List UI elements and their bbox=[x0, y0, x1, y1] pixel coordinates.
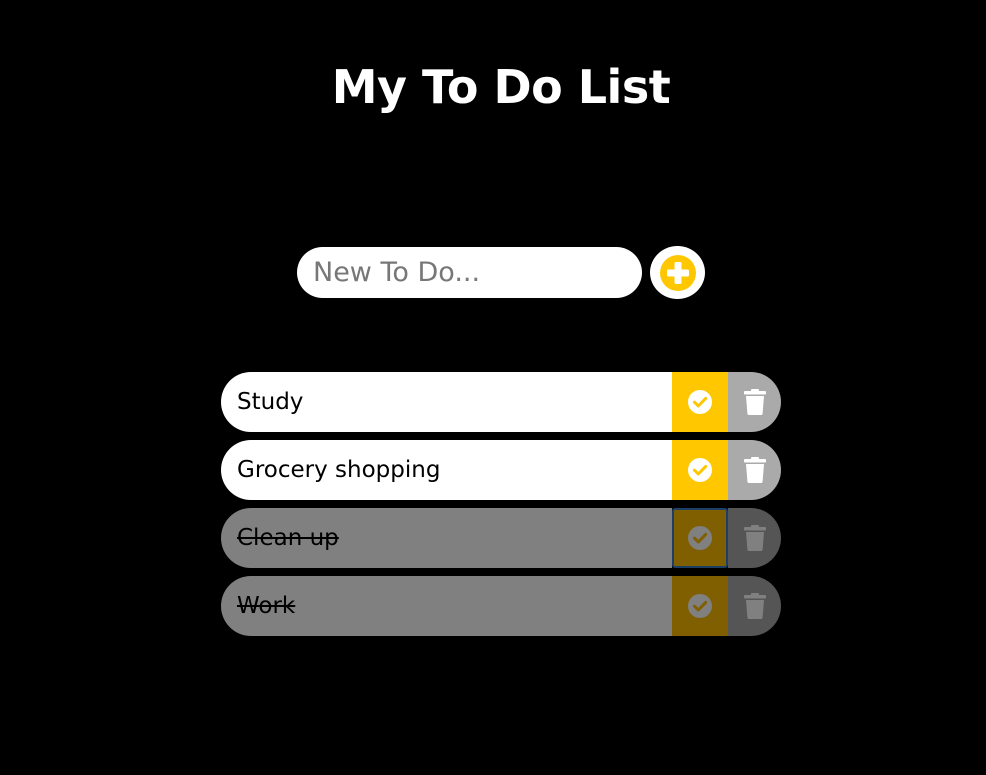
check-circle-icon bbox=[688, 458, 712, 482]
delete-button[interactable] bbox=[728, 576, 781, 636]
new-todo-input[interactable] bbox=[297, 247, 642, 298]
delete-button[interactable] bbox=[728, 508, 781, 568]
todo-item: Study bbox=[221, 372, 781, 432]
check-circle-icon bbox=[688, 594, 712, 618]
complete-button[interactable] bbox=[672, 576, 728, 636]
check-circle-icon bbox=[688, 526, 712, 550]
todo-item: Work bbox=[221, 576, 781, 636]
complete-button[interactable] bbox=[672, 508, 728, 568]
trash-icon bbox=[743, 457, 766, 483]
todo-item: Clean up bbox=[221, 508, 781, 568]
todo-text: Grocery shopping bbox=[221, 440, 672, 500]
complete-button[interactable] bbox=[672, 440, 728, 500]
todo-text: Work bbox=[221, 576, 672, 636]
delete-button[interactable] bbox=[728, 440, 781, 500]
todo-app: My To Do List Study bbox=[0, 0, 986, 775]
trash-icon bbox=[743, 389, 766, 415]
check-circle-icon bbox=[688, 390, 712, 414]
todo-text: Clean up bbox=[221, 508, 672, 568]
complete-button[interactable] bbox=[672, 372, 728, 432]
trash-icon bbox=[743, 525, 766, 551]
todo-list: Study Grocery shopping Clean up Work bbox=[221, 372, 781, 644]
add-todo-button[interactable] bbox=[650, 246, 705, 299]
todo-text: Study bbox=[221, 372, 672, 432]
trash-icon bbox=[743, 593, 766, 619]
plus-circle-icon bbox=[659, 254, 696, 291]
delete-button[interactable] bbox=[728, 372, 781, 432]
todo-item: Grocery shopping bbox=[221, 440, 781, 500]
page-title: My To Do List bbox=[331, 60, 671, 114]
